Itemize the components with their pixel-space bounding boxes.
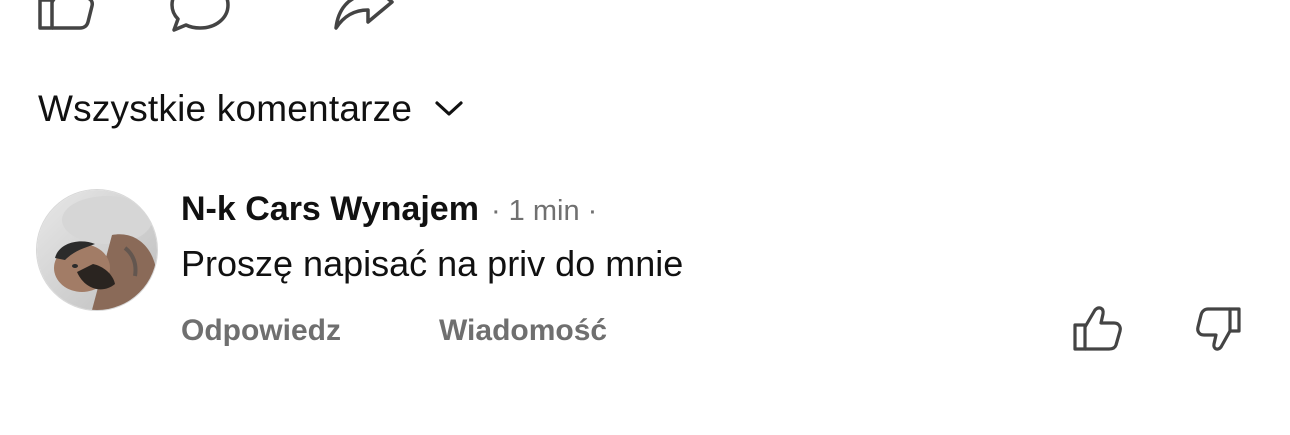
post-actions-bar: 1 — [0, 0, 1290, 34]
chevron-down-icon — [435, 101, 463, 116]
comments-filter-label: Wszystkie komentarze — [38, 88, 413, 129]
thumbs-up-icon[interactable] — [36, 0, 96, 32]
comment-author[interactable]: N-k Cars Wynajem — [181, 190, 479, 229]
comments-filter-dropdown[interactable]: Wszystkie komentarze — [38, 88, 464, 130]
message-button[interactable]: Wiadomość — [439, 314, 607, 348]
comment-header: N-k Cars Wynajem · 1 min · — [181, 190, 597, 229]
avatar-image — [37, 190, 157, 310]
thumbs-up-icon[interactable] — [1071, 305, 1123, 353]
reply-button[interactable]: Odpowiedz — [181, 314, 341, 348]
thumbs-down-icon[interactable] — [1194, 305, 1242, 353]
share-icon[interactable] — [332, 0, 396, 32]
comment-timestamp: · 1 min · — [490, 195, 598, 227]
comment-icon[interactable] — [168, 0, 232, 32]
comment-text: Proszę napisać na priv do mnie — [181, 243, 684, 284]
comment-count: 1 — [250, 0, 266, 4]
avatar[interactable] — [36, 189, 158, 311]
